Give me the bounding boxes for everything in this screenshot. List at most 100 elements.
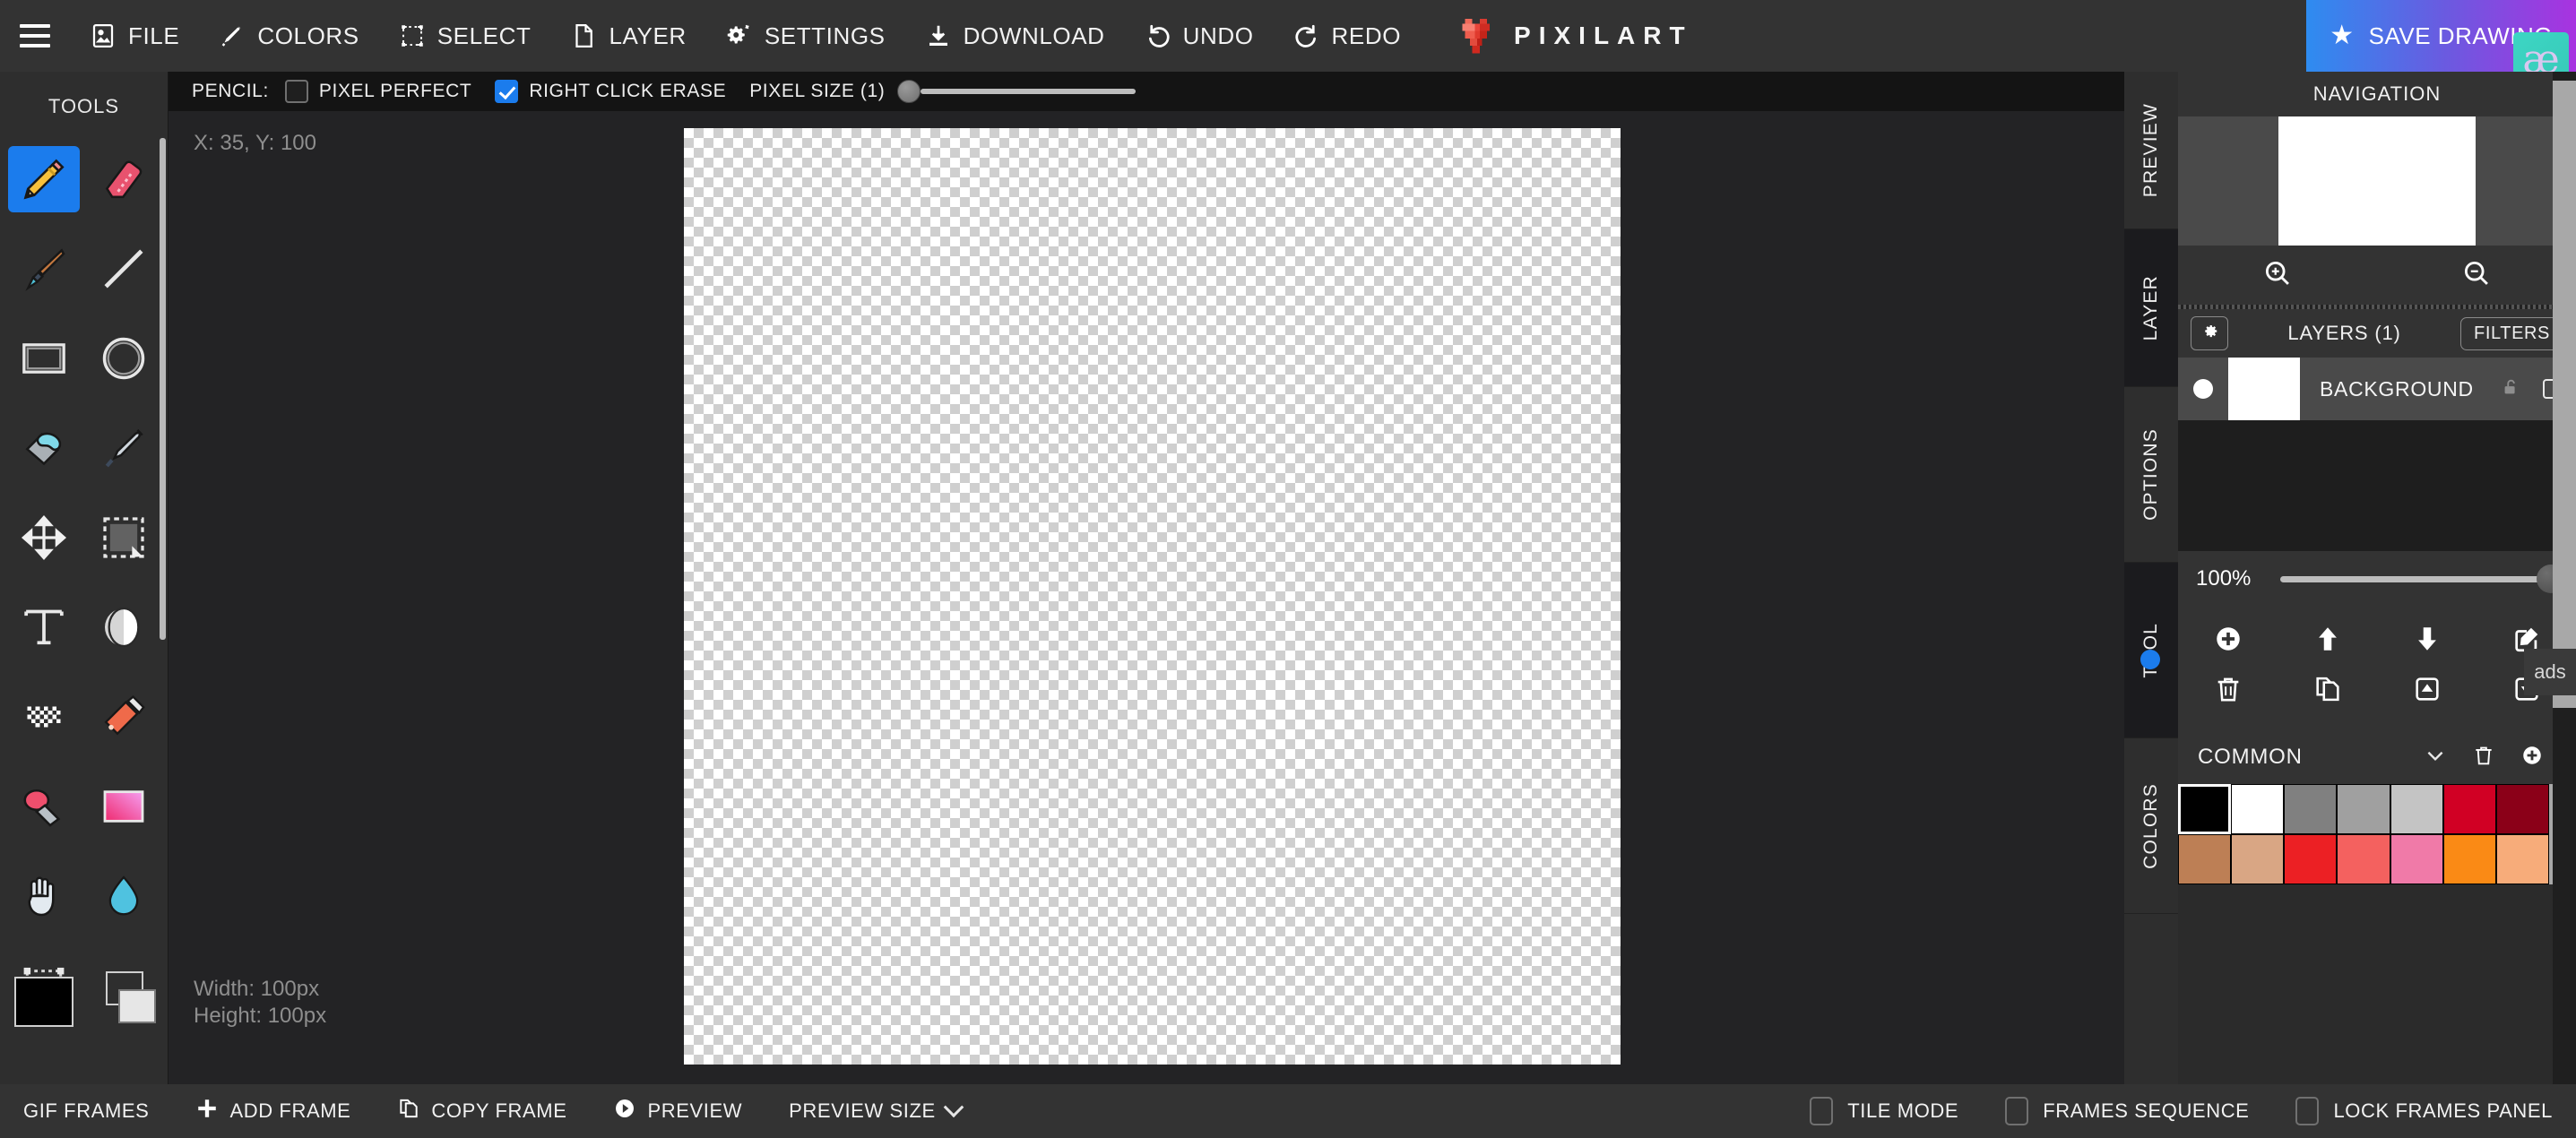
delete-layer-button[interactable] (2178, 666, 2278, 716)
undo-arrow-icon (1145, 22, 1171, 49)
move-layer-down-button[interactable] (2377, 616, 2477, 666)
palette-swatch[interactable] (2284, 834, 2338, 884)
nav-colors[interactable]: COLORS (199, 0, 378, 72)
bottom-frames-bar: GIF FRAMES ADD FRAME COPY FRAME PREVIEW … (0, 1084, 2576, 1138)
pixel-size-slider-track[interactable] (921, 89, 1137, 94)
hamburger-menu-button[interactable] (0, 0, 70, 72)
lock-frames-panel-toggle[interactable]: LOCK FRAMES PANEL (2272, 1097, 2576, 1125)
merge-up-button[interactable] (2377, 666, 2477, 716)
zoom-out-button[interactable] (2377, 258, 2576, 293)
pixel-size-slider-knob[interactable] (897, 80, 921, 103)
palette-swatch[interactable] (2178, 784, 2232, 834)
tool-text[interactable] (4, 582, 84, 672)
palette-dropdown-button[interactable] (2411, 744, 2459, 772)
preview-size-dropdown[interactable]: PREVIEW SIZE (765, 1097, 984, 1123)
tab-colors[interactable]: COLORS (2124, 738, 2178, 914)
add-layer-button[interactable] (2178, 616, 2278, 666)
table-row[interactable]: BACKGROUND (2178, 358, 2576, 420)
tile-mode-checkbox[interactable] (1810, 1097, 1834, 1125)
duplicate-layer-button[interactable] (2278, 666, 2377, 716)
palette-swatch[interactable] (2337, 784, 2390, 834)
layer-opacity-control[interactable]: 100% (2178, 551, 2576, 607)
drawing-canvas[interactable] (684, 128, 1621, 1065)
tool-color-picker[interactable] (84, 403, 165, 493)
pixel-perfect-toggle[interactable]: PIXEL PERFECT (284, 80, 471, 103)
layer-settings-button[interactable] (2191, 316, 2228, 350)
nav-settings[interactable]: SETTINGS (706, 0, 905, 72)
tool-eraser[interactable] (84, 134, 165, 224)
redo-arrow-icon (1293, 22, 1320, 49)
tab-preview[interactable]: PREVIEW (2124, 72, 2178, 229)
tool-ellipse[interactable] (84, 314, 165, 403)
right-panel-scrollbar-thumb[interactable] (2553, 81, 2576, 708)
right-panel-scrollbar[interactable] (2553, 72, 2576, 1084)
tool-spray[interactable] (84, 672, 165, 762)
tools-scrollbar[interactable] (160, 138, 166, 640)
layer-lock-toggle[interactable] (2492, 377, 2529, 401)
tool-pencil[interactable] (4, 134, 84, 224)
palette-swatch[interactable] (2178, 834, 2232, 884)
secondary-color-swatch[interactable] (118, 989, 156, 1023)
nav-select[interactable]: SELECT (379, 0, 551, 72)
palette-swatch[interactable] (2442, 784, 2496, 834)
frames-sequence-toggle[interactable]: FRAMES SEQUENCE (1982, 1097, 2272, 1125)
canvas-area[interactable]: X: 35, Y: 100 Width: 100px Height: 100px (169, 111, 2124, 1084)
tool-paintbrush[interactable] (4, 224, 84, 314)
primary-color-swatch[interactable] (14, 977, 73, 1027)
palette-swatch[interactable] (2231, 834, 2285, 884)
nav-layer[interactable]: LAYER (550, 0, 705, 72)
add-frame-button[interactable]: ADD FRAME (172, 1097, 374, 1125)
preview-button[interactable]: PREVIEW (590, 1097, 765, 1125)
tool-select-area[interactable] (84, 493, 165, 582)
nav-file[interactable]: FILE (70, 0, 199, 72)
nav-download[interactable]: DOWNLOAD (905, 0, 1125, 72)
tab-tool[interactable]: TOOL (2124, 563, 2178, 738)
pixel-perfect-checkbox[interactable] (284, 80, 308, 103)
filters-button[interactable]: FILTERS (2460, 316, 2563, 350)
tool-rectangle[interactable] (4, 314, 84, 403)
palette-add-button[interactable] (2508, 744, 2556, 772)
navigation-preview[interactable] (2178, 116, 2576, 246)
copy-frame-button[interactable]: COPY FRAME (374, 1097, 590, 1125)
tab-layer[interactable]: LAYER (2124, 229, 2178, 387)
palette-swatch[interactable] (2495, 834, 2549, 884)
palette-swatch[interactable] (2390, 834, 2443, 884)
palette-swatch[interactable] (2231, 784, 2285, 834)
frames-sequence-checkbox[interactable] (2005, 1097, 2029, 1125)
palette-swatch[interactable] (2390, 784, 2443, 834)
tile-mode-toggle[interactable]: TILE MODE (1786, 1097, 1982, 1125)
canvas-height-text: Height: 100px (194, 1004, 327, 1029)
tool-dither[interactable] (4, 672, 84, 762)
tab-options[interactable]: OPTIONS (2124, 387, 2178, 563)
palette-swatch[interactable] (2442, 834, 2496, 884)
palette-swatch[interactable] (2284, 784, 2338, 834)
tool-gradient[interactable] (84, 762, 165, 851)
palette-delete-button[interactable] (2459, 744, 2508, 772)
lock-frames-panel-checkbox[interactable] (2295, 1097, 2320, 1125)
zoom-in-button[interactable] (2178, 258, 2377, 293)
palette-swatch[interactable] (2495, 784, 2549, 834)
rectangle-icon (8, 325, 80, 392)
tool-pan[interactable] (4, 851, 84, 941)
palette-swatch[interactable] (2337, 834, 2390, 884)
pixel-size-slider[interactable] (897, 80, 1137, 103)
brand-logo-group[interactable]: PIXILART (1457, 16, 1693, 56)
nav-download-label: DOWNLOAD (963, 22, 1105, 49)
right-click-erase-checkbox[interactable] (495, 80, 519, 103)
layer-visibility-toggle[interactable] (2178, 379, 2228, 399)
tool-paint-bucket[interactable] (4, 403, 84, 493)
nav-redo[interactable]: REDO (1274, 0, 1422, 72)
tool-line[interactable] (84, 224, 165, 314)
hamburger-icon (20, 24, 50, 47)
right-panel: PREVIEW LAYER OPTIONS TOOL COLORS NAVIGA… (2124, 72, 2576, 1084)
tool-shading[interactable] (84, 582, 165, 672)
move-layer-up-button[interactable] (2278, 616, 2377, 666)
nav-undo[interactable]: UNDO (1125, 0, 1274, 72)
tool-move[interactable] (4, 493, 84, 582)
tool-smudge[interactable] (84, 851, 165, 941)
opacity-slider-track[interactable] (2280, 564, 2565, 593)
eyedropper-icon (219, 22, 246, 49)
gif-frames-label[interactable]: GIF FRAMES (0, 1099, 172, 1123)
right-click-erase-toggle[interactable]: RIGHT CLICK ERASE (495, 80, 726, 103)
tool-lighten[interactable] (4, 762, 84, 851)
